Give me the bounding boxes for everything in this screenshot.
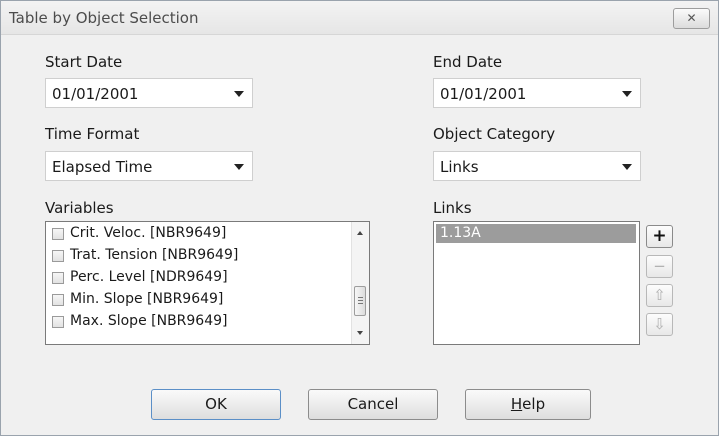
ok-button[interactable]: OK bbox=[151, 389, 281, 420]
grip-line bbox=[358, 303, 363, 304]
end-date-label: End Date bbox=[433, 53, 503, 71]
move-down-button[interactable]: ⇩ bbox=[646, 313, 673, 336]
dialog-window: Table by Object Selection ✕ Start Date 0… bbox=[0, 0, 719, 436]
time-format-select[interactable]: Elapsed Time bbox=[45, 151, 253, 181]
link-item-label: 1.13A bbox=[440, 225, 481, 241]
chevron-down-icon bbox=[622, 91, 632, 97]
ok-label: OK bbox=[205, 395, 227, 413]
scroll-down-arrow-icon[interactable] bbox=[357, 331, 363, 335]
variable-label: Max. Slope [NBR9649] bbox=[70, 313, 228, 329]
chevron-down-icon bbox=[234, 91, 244, 97]
checkbox[interactable] bbox=[52, 228, 64, 240]
links-list[interactable]: 1.13A bbox=[433, 221, 640, 345]
scroll-up-arrow-icon[interactable] bbox=[357, 231, 363, 235]
arrow-up-icon: ⇧ bbox=[653, 286, 666, 304]
start-date-label: Start Date bbox=[45, 53, 123, 71]
vertical-scrollbar[interactable] bbox=[351, 222, 369, 344]
variable-label: Trat. Tension [NBR9649] bbox=[70, 247, 239, 263]
object-category-select[interactable]: Links bbox=[433, 151, 641, 181]
grip-line bbox=[358, 300, 363, 301]
plus-icon: + bbox=[652, 226, 667, 246]
close-icon: ✕ bbox=[686, 11, 697, 25]
variable-label: Min. Slope [NBR9649] bbox=[70, 291, 224, 307]
start-date-select[interactable]: 01/01/2001 bbox=[45, 78, 253, 108]
time-format-label: Time Format bbox=[45, 125, 140, 143]
end-date-select[interactable]: 01/01/2001 bbox=[433, 78, 641, 108]
variable-label: Crit. Veloc. [NBR9649] bbox=[70, 225, 227, 241]
chevron-down-icon bbox=[234, 164, 244, 170]
cancel-button[interactable]: Cancel bbox=[308, 389, 438, 420]
help-mnemonic: H bbox=[510, 395, 523, 413]
checkbox[interactable] bbox=[52, 250, 64, 262]
variable-label: Perc. Level [NDR9649] bbox=[70, 269, 228, 285]
minus-icon: − bbox=[653, 257, 666, 275]
time-format-value: Elapsed Time bbox=[52, 158, 153, 176]
checkbox[interactable] bbox=[52, 316, 64, 328]
help-button[interactable]: Help bbox=[465, 389, 591, 420]
title-bar[interactable]: Table by Object Selection ✕ bbox=[1, 1, 718, 35]
checkbox[interactable] bbox=[52, 294, 64, 306]
object-category-value: Links bbox=[440, 158, 479, 176]
remove-button[interactable]: − bbox=[646, 255, 673, 278]
cancel-label: Cancel bbox=[347, 395, 399, 413]
variables-list[interactable]: Crit. Veloc. [NBR9649] Trat. Tension [NB… bbox=[45, 221, 370, 345]
list-item[interactable]: 1.13A bbox=[436, 224, 636, 243]
variables-label: Variables bbox=[45, 199, 114, 217]
chevron-down-icon bbox=[622, 164, 632, 170]
arrow-down-icon: ⇩ bbox=[653, 315, 666, 333]
checkbox[interactable] bbox=[52, 272, 64, 284]
help-label-rest: elp bbox=[522, 395, 546, 413]
scrollbar-thumb[interactable] bbox=[354, 286, 366, 316]
close-button[interactable]: ✕ bbox=[673, 8, 710, 29]
add-button[interactable]: + bbox=[646, 225, 673, 248]
move-up-button[interactable]: ⇧ bbox=[646, 284, 673, 307]
window-title: Table by Object Selection bbox=[9, 9, 199, 27]
end-date-value: 01/01/2001 bbox=[440, 85, 527, 103]
start-date-value: 01/01/2001 bbox=[52, 85, 139, 103]
links-label: Links bbox=[433, 199, 472, 217]
grip-line bbox=[358, 297, 363, 298]
object-category-label: Object Category bbox=[433, 125, 556, 143]
